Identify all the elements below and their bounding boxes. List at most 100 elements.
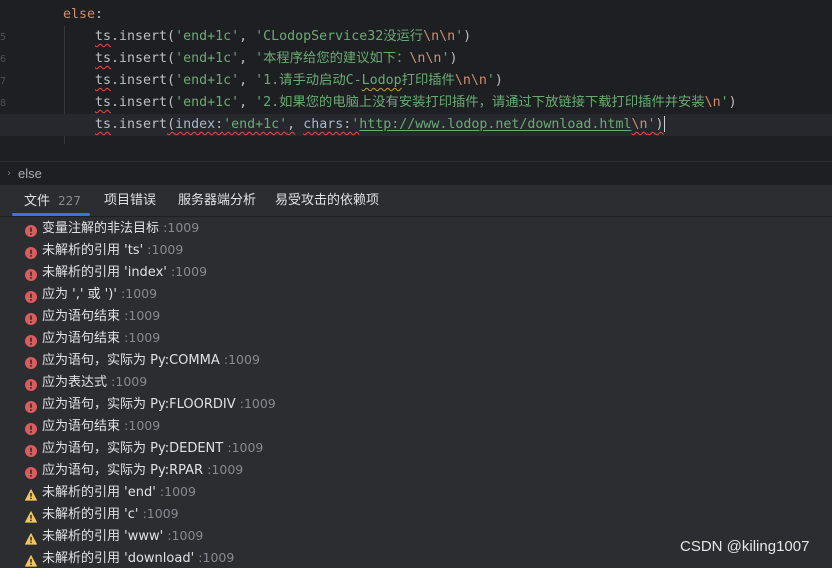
problem-message-wrap: 未解析的引用 'download' :1009 <box>42 547 234 568</box>
problem-row[interactable]: 变量注解的非法目标 :1009 <box>0 217 832 239</box>
problem-message-wrap: 应为表达式 :1009 <box>42 371 147 394</box>
breadcrumb: › else <box>0 161 832 185</box>
problem-message: 应为表达式 <box>42 375 108 390</box>
code-token: .insert( <box>111 29 176 44</box>
error-icon <box>25 398 37 413</box>
code-token: , <box>239 51 256 66</box>
problem-location: :1009 <box>207 462 244 477</box>
code-token: .insert( <box>111 95 176 110</box>
code-line[interactable]: ts.insert('end+1c', '2.如果您的电脑上没有安装打印插件，请… <box>0 92 832 114</box>
problem-row[interactable]: 应为语句结束 :1009 <box>0 415 832 437</box>
code-token: ts <box>95 117 112 132</box>
problem-location: :1009 <box>163 220 200 235</box>
watermark: CSDN @kiling1007 <box>680 538 810 555</box>
code-token: Lodop <box>361 73 402 88</box>
code-line[interactable]: ts.insert('end+1c', '本程序给您的建议如下：\n\n') <box>0 48 832 70</box>
problem-row[interactable]: 未解析的引用 'end' :1009 <box>0 481 832 503</box>
problem-message: 应为语句，实际为 Py:RPAR <box>42 463 204 478</box>
problem-location: :1009 <box>124 330 161 345</box>
error-icon <box>25 266 37 281</box>
code-token: , <box>239 95 256 110</box>
code-line[interactable]: ts.insert('end+1c', 'CLodopService32没运行\… <box>0 26 832 48</box>
warning-icon <box>25 508 37 523</box>
problem-row[interactable]: 未解析的引用 'ts' :1009 <box>0 239 832 261</box>
error-icon <box>25 354 37 369</box>
code-line[interactable]: ts.insert('end+1c', '1.请手动启动C-Lodop打印插件\… <box>0 70 832 92</box>
code-token: ' <box>455 29 464 44</box>
code-token: ts <box>95 51 112 66</box>
problem-message: 应为语句结束 <box>42 419 121 434</box>
code-token: .insert( <box>111 73 176 88</box>
tab-label: 服务器端分析 <box>178 193 257 208</box>
problem-row[interactable]: 应为语句，实际为 Py:FLOORDIV :1009 <box>0 393 832 415</box>
problem-message-wrap: 应为语句，实际为 Py:RPAR :1009 <box>42 459 243 482</box>
problems-panel: 文件 227 项目错误 服务器端分析 易受攻击的依赖项 变量注解的非法目标 :10… <box>0 185 832 568</box>
problem-location: :1009 <box>167 528 204 543</box>
problem-location: :1009 <box>227 440 264 455</box>
tab-project-errors[interactable]: 项目错误 <box>104 185 156 217</box>
code-token: ) <box>463 29 472 44</box>
problem-message: 未解析的引用 'download' <box>42 551 195 566</box>
code-token: '1.请手动启动C- <box>255 73 362 88</box>
problem-row[interactable]: 未解析的引用 'index' :1009 <box>0 261 832 283</box>
code-line-current[interactable]: ts.insert(index:'end+1c', chars:'http://… <box>0 114 832 136</box>
code-token: 打印插件 <box>401 73 455 88</box>
code-token: 'end+1c' <box>175 73 240 88</box>
problem-row[interactable]: 应为表达式 :1009 <box>0 371 832 393</box>
problem-message: 应为 ',' 或 ')' <box>42 287 117 302</box>
warning-icon <box>25 552 37 567</box>
code-token: ts <box>95 95 112 110</box>
code-line[interactable]: else: <box>0 4 832 26</box>
problem-row[interactable]: 应为 ',' 或 ')' :1009 <box>0 283 832 305</box>
active-tab-indicator <box>12 213 90 216</box>
code-token: '本程序给您的建议如下： <box>255 51 410 66</box>
problem-message-wrap: 未解析的引用 'index' :1009 <box>42 261 207 284</box>
problem-message-wrap: 应为语句结束 :1009 <box>42 327 160 350</box>
problem-message-wrap: 应为语句结束 :1009 <box>42 305 160 328</box>
problem-message-wrap: 未解析的引用 'www' :1009 <box>42 525 203 548</box>
problem-location: :1009 <box>124 418 161 433</box>
problem-location: :1009 <box>142 506 179 521</box>
code-token: '2.如果您的电脑上没有安装打印插件，请通过下放链接下载打印插件并安装 <box>255 95 705 110</box>
problem-row[interactable]: 应为语句，实际为 Py:COMMA :1009 <box>0 349 832 371</box>
code-token: index: <box>175 117 224 132</box>
error-icon <box>25 420 37 435</box>
problem-row[interactable]: 应为语句，实际为 Py:DEDENT :1009 <box>0 437 832 459</box>
breadcrumb-item[interactable]: else <box>18 166 42 181</box>
code-token: ' <box>720 95 729 110</box>
problem-row[interactable]: 应为语句结束 :1009 <box>0 305 832 327</box>
code-token: chars: <box>303 117 352 132</box>
code-token: , <box>287 117 296 132</box>
tab-label: 易受攻击的依赖项 <box>275 193 380 208</box>
problem-message: 未解析的引用 'index' <box>42 265 167 280</box>
problem-message: 未解析的引用 'c' <box>42 507 139 522</box>
code-token: 'CLodopService32没运行 <box>255 29 424 44</box>
error-icon <box>25 442 37 457</box>
problem-message: 应为语句，实际为 Py:DEDENT <box>42 441 224 456</box>
problem-row[interactable]: 未解析的引用 'c' :1009 <box>0 503 832 525</box>
code-token: ) <box>449 51 458 66</box>
problem-row[interactable]: 应为语句，实际为 Py:RPAR :1009 <box>0 459 832 481</box>
code-editor[interactable]: 5 6 7 8 9 else: ts.insert('end+1c', 'CLo… <box>0 0 832 161</box>
error-icon <box>25 244 37 259</box>
code-token: else <box>63 7 96 22</box>
problem-message-wrap: 未解析的引用 'ts' :1009 <box>42 239 183 262</box>
problem-message-wrap: 应为语句结束 :1009 <box>42 415 160 438</box>
tab-label: 项目错误 <box>104 193 157 208</box>
problem-location: :1009 <box>171 264 208 279</box>
problem-message: 应为语句结束 <box>42 331 121 346</box>
code-token: ts <box>95 73 112 88</box>
tab-server-analysis[interactable]: 服务器端分析 <box>178 185 256 217</box>
code-token: ' <box>486 73 495 88</box>
code-token[interactable]: http://www.lodop.net/download.html <box>359 117 631 132</box>
problem-message: 未解析的引用 'end' <box>42 485 156 500</box>
code-token: \n\n <box>454 73 487 88</box>
error-icon <box>25 464 37 479</box>
problem-message-wrap: 未解析的引用 'c' :1009 <box>42 503 179 526</box>
tab-vulnerable-dependencies[interactable]: 易受攻击的依赖项 <box>275 185 379 217</box>
code-token: .insert <box>111 117 168 132</box>
code-token: , <box>239 29 256 44</box>
problem-row[interactable]: 应为语句结束 :1009 <box>0 327 832 349</box>
problem-message-wrap: 应为语句，实际为 Py:FLOORDIV :1009 <box>42 393 276 416</box>
